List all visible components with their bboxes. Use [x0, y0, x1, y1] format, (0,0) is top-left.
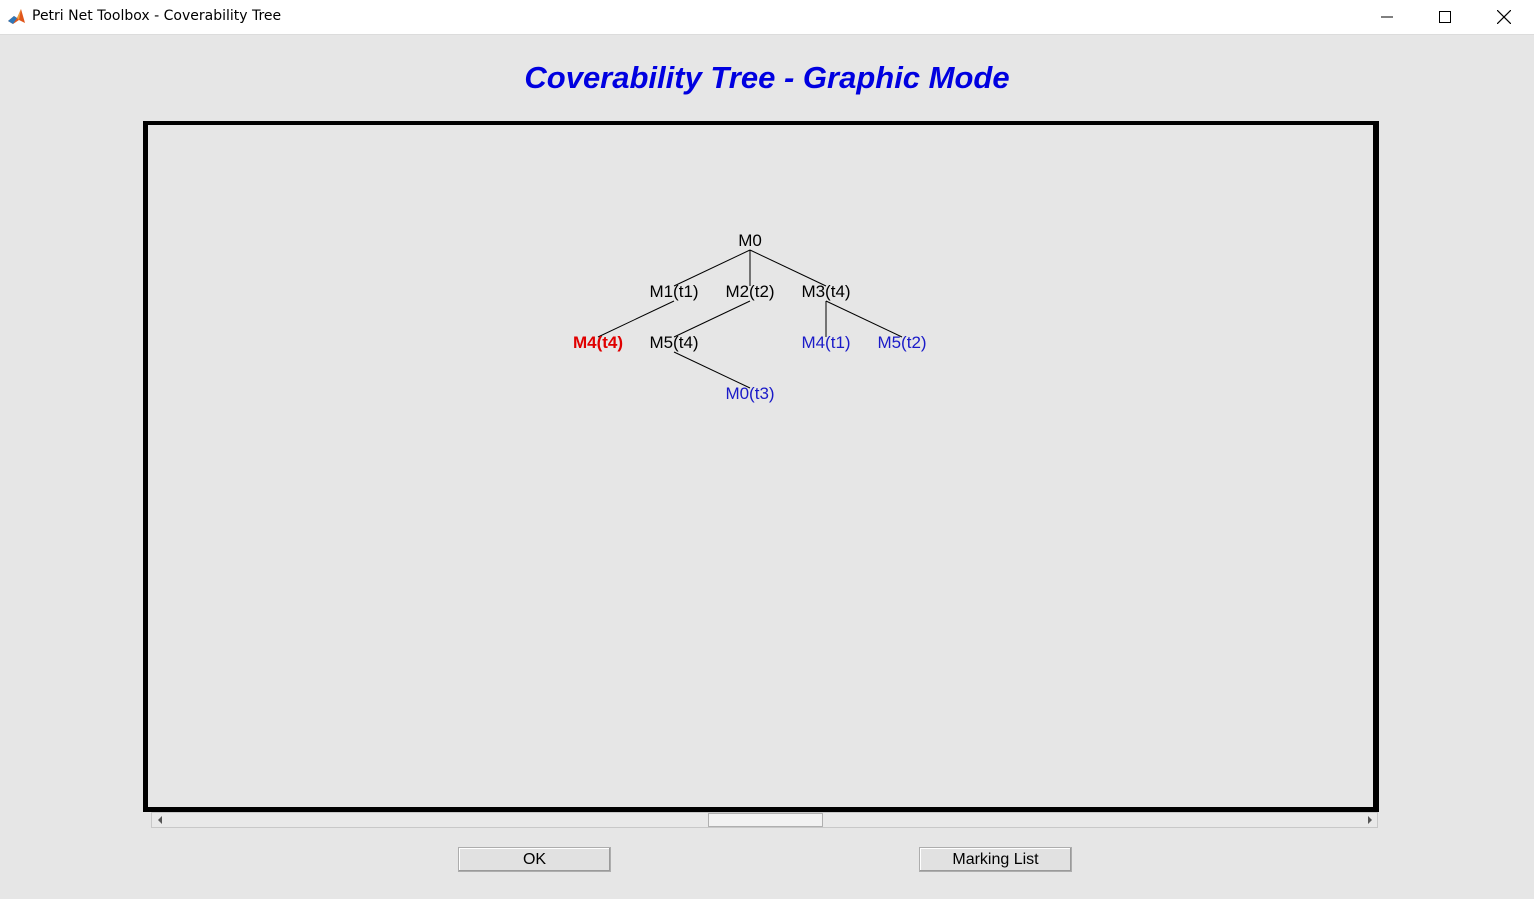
- tree-node-m5-t2: M5(t2): [877, 333, 927, 352]
- maximize-icon: [1439, 11, 1451, 23]
- minimize-icon: [1381, 16, 1393, 18]
- tree-node-m5-t4: M5(t4): [649, 333, 699, 352]
- edge-m1-m4t4: [597, 300, 675, 338]
- tree-node-m4-t1: M4(t1): [801, 333, 851, 352]
- tree-node-m0-t3: M0(t3): [725, 384, 775, 403]
- tree-node-m3: M3(t4): [801, 282, 851, 301]
- tree-canvas[interactable]: M0 M1(t1) M2(t2) M3(t4) M4(t4) M5(t4) M4…: [143, 121, 1379, 812]
- page-heading: Coverability Tree - Graphic Mode: [524, 60, 1010, 95]
- close-icon: [1497, 10, 1511, 24]
- scroll-thumb[interactable]: [708, 813, 823, 827]
- scroll-left-arrow[interactable]: [152, 813, 167, 827]
- scroll-right-arrow[interactable]: [1362, 813, 1377, 827]
- window-title: Petri Net Toolbox - Coverability Tree: [32, 8, 282, 24]
- edge-m2-m5t4: [673, 300, 751, 338]
- edge-m3-m5t2: [825, 300, 903, 338]
- tree-edges: [597, 249, 903, 389]
- marking-list-button[interactable]: Marking List: [919, 847, 1072, 872]
- edge-m0-m1: [673, 249, 751, 287]
- tree-node-root: M0: [738, 231, 762, 250]
- minimize-button[interactable]: [1358, 0, 1416, 34]
- edge-m5-m0t3: [673, 351, 751, 389]
- horizontal-scrollbar[interactable]: [151, 812, 1378, 828]
- tree-node-m1: M1(t1): [649, 282, 699, 301]
- matlab-icon: [7, 7, 26, 26]
- edge-m0-m3: [749, 249, 827, 287]
- maximize-button[interactable]: [1416, 0, 1474, 34]
- window-titlebar: Petri Net Toolbox - Coverability Tree: [0, 0, 1534, 35]
- ok-button[interactable]: OK: [458, 847, 611, 872]
- close-button[interactable]: [1475, 0, 1533, 34]
- caret-left-icon: [157, 816, 162, 824]
- caret-right-icon: [1367, 816, 1372, 824]
- tree-node-m4-t4: M4(t4): [572, 333, 624, 352]
- tree-node-m2: M2(t2): [725, 282, 775, 301]
